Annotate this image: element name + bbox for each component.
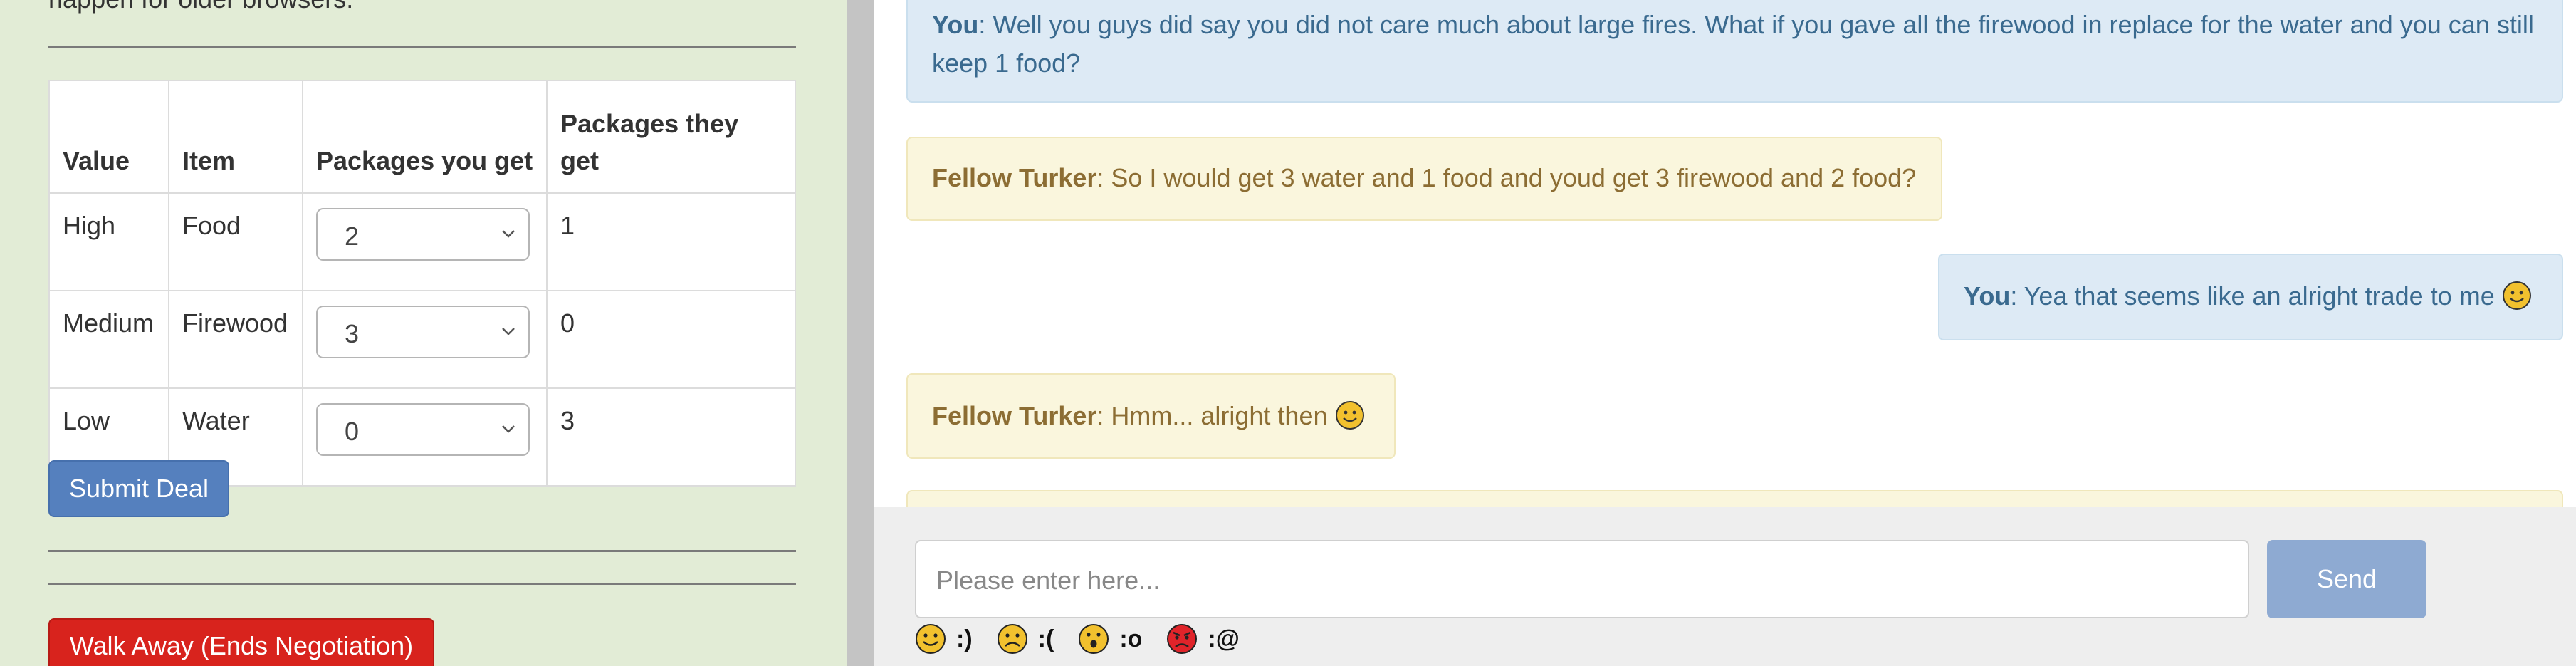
walk-away-button[interactable]: Walk Away (Ends Negotiation): [48, 618, 434, 666]
chat-message-you: You: Yea that seems like an alright trad…: [1938, 254, 2563, 340]
emoticon-code: :): [956, 625, 973, 652]
message-text: : Well you guys did say you did not care…: [932, 10, 2534, 78]
packages-they-cell: 3: [546, 387, 796, 487]
smile-icon: [1335, 401, 1364, 430]
surprised-icon: [1079, 624, 1109, 654]
packages-they-cell: 0: [546, 290, 796, 389]
header-packages-they-get: Packages they get: [546, 80, 796, 194]
emoticon-sad[interactable]: :(: [997, 623, 1054, 655]
header-value: Value: [48, 80, 169, 194]
emoticon-smile[interactable]: :): [915, 623, 973, 655]
table-row: High Food 2 1: [48, 192, 796, 291]
chevron-down-icon: [502, 328, 515, 335]
deal-table: Value Item Packages you get Packages the…: [48, 80, 796, 487]
chevron-down-icon: [502, 425, 515, 433]
divider-line: [48, 583, 796, 585]
packages-you-cell: 3: [302, 290, 548, 389]
water-packages-select[interactable]: 0: [316, 403, 530, 456]
message-text: : So I would get 3 water and 1 food and …: [1096, 163, 1917, 192]
sad-icon: [997, 624, 1027, 654]
message-text: : Hmm... alright then: [1096, 401, 1328, 430]
pane-divider[interactable]: [847, 0, 874, 666]
emoticon-code: :o: [1119, 625, 1143, 652]
table-header-row: Value Item Packages you get Packages the…: [48, 80, 796, 194]
chat-input-area: Please enter here... Send :) :( :o :@: [874, 507, 2576, 666]
emoticon-code: :(: [1037, 625, 1054, 652]
select-value: 3: [345, 319, 360, 348]
message-speaker: Fellow Turker: [932, 163, 1097, 192]
chat-message-fellow-turker: Fellow Turker: Hmm... alright then: [906, 373, 1396, 459]
header-item: Item: [168, 80, 303, 194]
divider-line: [48, 550, 796, 552]
message-speaker: Fellow Turker: [932, 401, 1097, 430]
instructions-text: happen for older browsers.: [48, 0, 353, 14]
firewood-packages-select[interactable]: 3: [316, 306, 530, 358]
table-row: Medium Firewood 3 0: [48, 290, 796, 389]
smile-icon: [2502, 281, 2531, 310]
chevron-down-icon: [502, 230, 515, 238]
chat-input[interactable]: Please enter here...: [915, 540, 2249, 618]
packages-you-cell: 2: [302, 192, 548, 291]
emoticon-angry[interactable]: :@: [1166, 623, 1240, 655]
item-cell: Food: [168, 192, 303, 291]
select-value: 2: [345, 222, 360, 251]
emoticon-surprised[interactable]: :o: [1078, 623, 1142, 655]
smile-icon: [916, 624, 946, 654]
divider-line: [48, 46, 796, 48]
packages-you-cell: 0: [302, 387, 548, 487]
packages-they-cell: 1: [546, 192, 796, 291]
input-placeholder: Please enter here...: [936, 566, 1161, 595]
message-text: : Yea that seems like an alright trade t…: [2010, 281, 2495, 311]
item-cell: Firewood: [168, 290, 303, 389]
deal-panel: happen for older browsers. Value Item Pa…: [0, 0, 847, 666]
message-speaker: You: [1964, 281, 2011, 311]
emoticon-bar: :) :( :o :@: [915, 620, 1264, 658]
select-value: 0: [345, 417, 360, 446]
value-cell: Medium: [48, 290, 169, 389]
angry-icon: [1167, 624, 1198, 654]
submit-deal-button[interactable]: Submit Deal: [48, 460, 229, 517]
value-cell: High: [48, 192, 169, 291]
chat-message-fellow-turker: Fellow Turker: So I would get 3 water an…: [906, 137, 1942, 221]
header-packages-you-get: Packages you get: [302, 80, 548, 194]
message-speaker: You: [932, 10, 979, 39]
emoticon-code: :@: [1208, 625, 1240, 652]
send-button[interactable]: Send: [2267, 540, 2426, 618]
chat-panel: You: Well you guys did say you did not c…: [874, 0, 2576, 666]
food-packages-select[interactable]: 2: [316, 208, 530, 261]
chat-message-you: You: Well you guys did say you did not c…: [906, 0, 2563, 103]
